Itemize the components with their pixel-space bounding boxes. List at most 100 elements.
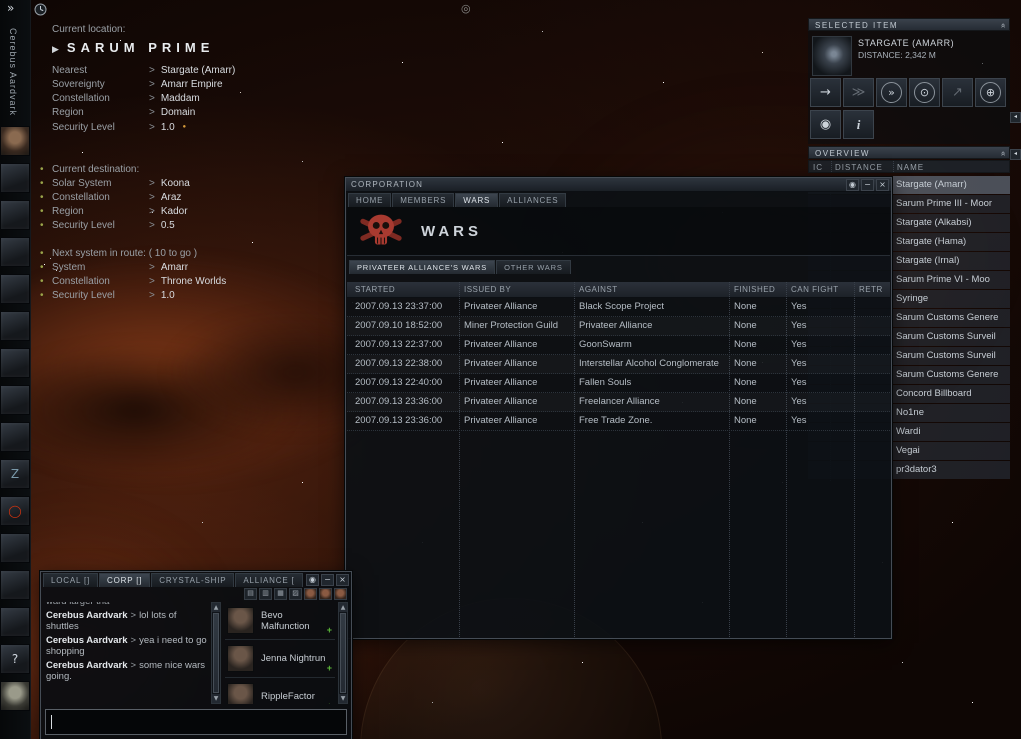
tab-corp[interactable]: CORP []: [99, 573, 151, 587]
corporation-titlebar[interactable]: CORPORATION ◉ − ×: [346, 178, 891, 192]
cargo-icon[interactable]: [0, 385, 30, 415]
war-table-row[interactable]: 2007.09.13 22:40:00 Privateer Alliance F…: [347, 374, 890, 393]
war-table-row[interactable]: 2007.09.13 22:37:00 Privateer Alliance G…: [347, 336, 890, 355]
member-row[interactable]: RippleFactor +: [225, 678, 335, 704]
destination-info-row: Constellation>Araz: [40, 191, 190, 205]
war-table-row[interactable]: 2007.09.13 23:36:00 Privateer Alliance F…: [347, 393, 890, 412]
corporation-icon[interactable]: [0, 533, 30, 563]
timestamp-icon[interactable]: ▥: [259, 588, 272, 600]
tab-alliance[interactable]: ALLIANCE [: [235, 573, 303, 587]
jump-button[interactable]: »: [876, 78, 907, 107]
science-icon[interactable]: Z: [0, 459, 30, 489]
stargate-thumbnail[interactable]: [812, 36, 852, 76]
subtab-privateer-alliance-wars[interactable]: PRIVATEER ALLIANCE'S WARS: [349, 260, 496, 274]
member-chip-icon[interactable]: [334, 588, 347, 600]
current-location-label: Current location:: [52, 24, 126, 35]
member-portrait[interactable]: [227, 683, 254, 704]
tab-wars[interactable]: WARS: [455, 193, 499, 207]
scroll-thumb[interactable]: [340, 613, 346, 693]
assets-icon[interactable]: [0, 570, 30, 600]
chat-window[interactable]: LOCAL [] CORP [] CRYSTAL-SHIP ALLIANCE [ ◉ −…: [40, 571, 352, 739]
orbit-button[interactable]: ⊙: [909, 78, 940, 107]
close-button[interactable]: ×: [876, 179, 889, 191]
close-button[interactable]: ×: [336, 574, 349, 586]
game-screen: ◎ ◂ ◂ Current location: ▶ SARUM PRIME Nea…: [0, 0, 1021, 739]
overview-column-header: IC DISTANCE NAME: [808, 160, 1010, 173]
tab-alliances[interactable]: ALLIANCES: [499, 193, 567, 207]
member-row[interactable]: Jenna Nightrun +: [225, 640, 335, 678]
warp-to-button[interactable]: ≫: [843, 78, 874, 107]
pin-button[interactable]: ◉: [846, 179, 859, 191]
column-distance[interactable]: DISTANCE: [835, 163, 883, 172]
war-table-row[interactable]: 2007.09.10 18:52:00 Miner Protection Gui…: [347, 317, 890, 336]
panel-edge-button[interactable]: ◂: [1010, 149, 1021, 160]
tab-local[interactable]: LOCAL []: [43, 573, 99, 587]
chat-scrollbar[interactable]: ▲ ▼: [211, 602, 221, 704]
panel-edge-button[interactable]: ◂: [1010, 112, 1021, 123]
tab-crystal-ship[interactable]: CRYSTAL-SHIP: [151, 573, 235, 587]
chat-settings-icon[interactable]: ▨: [289, 588, 302, 600]
member-chip-icon[interactable]: [304, 588, 317, 600]
neocom-sidebar: » Cerebus Aardvark Z ◯?: [0, 0, 31, 739]
scroll-up-button[interactable]: ▲: [212, 603, 220, 612]
scroll-thumb[interactable]: [213, 613, 219, 693]
corporation-window[interactable]: CORPORATION ◉ − × HOME MEMBERS WARS ALLIANCES: [345, 177, 892, 639]
current-system-name[interactable]: ▶ SARUM PRIME: [52, 40, 235, 55]
pin-button[interactable]: ◉: [306, 574, 319, 586]
member-list-icon[interactable]: ▦: [274, 588, 287, 600]
star-map-icon[interactable]: [0, 163, 30, 193]
fitting-icon[interactable]: [0, 348, 30, 378]
current-location-panel: Current location: ▶ SARUM PRIME Nearest > S…: [52, 24, 235, 134]
tutorial-icon[interactable]: [0, 607, 30, 637]
lock-target-button[interactable]: ⊕: [975, 78, 1006, 107]
wars-heading: WARS: [421, 222, 482, 240]
destination-info-row: Solar System>Koona: [40, 177, 190, 191]
help-icon[interactable]: ?: [0, 644, 30, 674]
expand-button[interactable]: »: [7, 1, 14, 15]
war-table-row[interactable]: 2007.09.13 22:38:00 Privateer Alliance I…: [347, 355, 890, 374]
column-divider: [831, 161, 832, 172]
journal-icon[interactable]: [0, 422, 30, 452]
approach-button[interactable]: →: [810, 78, 841, 107]
column-name[interactable]: NAME: [897, 163, 924, 172]
member-row[interactable]: Bevo Malfunction +: [225, 602, 335, 640]
market-icon[interactable]: [0, 311, 30, 341]
wallet-icon[interactable]: [0, 274, 30, 304]
member-list-scrollbar[interactable]: ▲ ▼: [338, 602, 348, 704]
minimize-button[interactable]: −: [861, 179, 874, 191]
collapse-chevron-icon[interactable]: «: [996, 23, 1009, 29]
scroll-down-button[interactable]: ▼: [212, 694, 220, 703]
collapse-chevron-icon[interactable]: «: [996, 151, 1009, 157]
column-icon[interactable]: IC: [813, 163, 823, 172]
scroll-down-button[interactable]: ▼: [339, 694, 347, 703]
mail-icon[interactable]: [0, 237, 30, 267]
war-table-row[interactable]: 2007.09.13 23:37:00 Privateer Alliance B…: [347, 298, 890, 317]
member-portrait[interactable]: [227, 645, 254, 672]
selected-item-header[interactable]: SELECTED ITEM «: [808, 18, 1010, 31]
keep-range-button[interactable]: ↗: [942, 78, 973, 107]
selected-item-distance: DISTANCE: 2,342 M: [858, 50, 936, 60]
chat-message-area: >ward larger tha Cerebus Aardvark>lol lo…: [46, 602, 208, 704]
alert-icon[interactable]: ◯: [0, 496, 30, 526]
font-size-icon[interactable]: ▤: [244, 588, 257, 600]
location-info-row: Region > Domain: [52, 107, 196, 118]
pilot-icon[interactable]: [0, 681, 30, 711]
show-info-button[interactable]: i: [843, 110, 874, 139]
member-chip-icon[interactable]: [319, 588, 332, 600]
clock-icon[interactable]: [34, 3, 47, 16]
chat-input[interactable]: [45, 709, 347, 735]
tab-home[interactable]: HOME: [348, 193, 392, 207]
war-table-row[interactable]: 2007.09.13 23:36:00 Privateer Alliance F…: [347, 412, 890, 431]
chat-message: >ward larger tha: [46, 602, 208, 608]
tab-members[interactable]: MEMBERS: [392, 193, 455, 207]
member-portrait[interactable]: [227, 607, 254, 634]
standing-plus-icon: +: [326, 663, 332, 673]
people-places-icon[interactable]: [0, 200, 30, 230]
scroll-up-button[interactable]: ▲: [339, 603, 347, 612]
character-portrait-icon[interactable]: [0, 126, 30, 156]
look-at-button[interactable]: ◉: [810, 110, 841, 139]
minimize-button[interactable]: −: [321, 574, 334, 586]
war-table: STARTED ISSUED BY AGAINST FINISHED CAN F…: [347, 282, 890, 637]
subtab-other-wars[interactable]: OTHER WARS: [496, 260, 571, 274]
overview-header[interactable]: OVERVIEW «: [808, 146, 1010, 159]
